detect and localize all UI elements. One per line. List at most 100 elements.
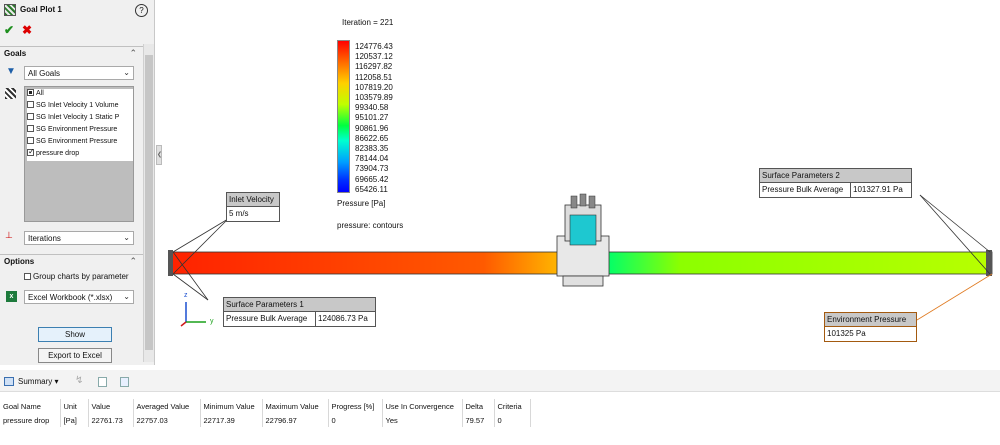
environment-pressure-callout[interactable]: Environment Pressure 101325 Pa: [824, 312, 917, 342]
legend-value: 112058.51: [355, 72, 393, 82]
summary-label: Summary: [18, 377, 53, 386]
goal-item-label: SG Inlet Velocity 1 Volume: [36, 102, 119, 109]
goal-item-label: SG Inlet Velocity 1 Static P: [36, 114, 120, 121]
group-charts-label: Group charts by parameter: [33, 272, 129, 281]
cell: 22757.03: [133, 413, 201, 427]
goals-filter-select[interactable]: All Goals ⌄: [24, 66, 134, 80]
export-format-value: Excel Workbook (*.xlsx): [28, 293, 113, 302]
filter-icon: ▼: [6, 66, 16, 77]
checkbox-icon[interactable]: [27, 113, 34, 120]
panel-collapse-handle[interactable]: ❮: [156, 145, 162, 165]
table-header-row: Goal Name Unit Value Averaged Value Mini…: [0, 399, 531, 413]
valve-flow-region: [569, 214, 597, 246]
inlet-cap: [168, 250, 173, 276]
cell: 0: [328, 413, 383, 427]
callout-value: 101327.91 Pa: [853, 185, 903, 194]
callout-label: Pressure Bulk Average: [760, 183, 851, 197]
legend-value: 124776.43: [355, 42, 393, 51]
axis-icon: ⊥: [5, 230, 13, 240]
panel-title-row: Goal Plot 1: [0, 0, 155, 22]
goals-section-label: Goals: [4, 49, 27, 58]
checkbox-icon[interactable]: [27, 149, 35, 156]
iteration-label: Iteration = 221: [342, 18, 394, 27]
results-table: Goal Name Unit Value Averaged Value Mini…: [0, 399, 531, 427]
surface-parameters-1-callout[interactable]: Surface Parameters 1 Pressure Bulk Avera…: [223, 297, 376, 327]
goal-item[interactable]: SG Environment Pressure: [27, 125, 133, 137]
callout-title: Surface Parameters 2: [760, 169, 911, 183]
col-header: Criteria: [494, 399, 531, 413]
inlet-velocity-callout[interactable]: Inlet Velocity 5 m/s: [226, 192, 280, 222]
cell: 22717.39: [200, 413, 263, 427]
checkbox-icon[interactable]: [27, 137, 34, 144]
legend-value: 90861.96: [355, 123, 389, 133]
checkbox-icon[interactable]: [24, 273, 31, 280]
table-row[interactable]: pressure drop [Pa] 22761.73 22757.03 227…: [0, 413, 531, 427]
ok-check-icon[interactable]: ✔: [4, 23, 14, 37]
goal-item[interactable]: pressure drop: [27, 149, 133, 161]
col-header: Progress [%]: [328, 399, 383, 413]
goal-item-all[interactable]: All: [27, 89, 133, 101]
checkbox-icon[interactable]: [27, 89, 34, 96]
legend-value: 86622.65: [355, 133, 389, 143]
cell: 79.57: [462, 413, 495, 427]
cell: [Pa]: [60, 413, 89, 427]
summary-dropdown[interactable]: Summary ▾: [18, 377, 58, 386]
col-header: Use In Convergence: [382, 399, 463, 413]
legend-values: 124776.43 120537.12 116297.82 112058.51 …: [355, 42, 425, 197]
options-section-header[interactable]: Options ⌃: [0, 254, 143, 268]
outlet-cap: [986, 250, 992, 276]
export-to-excel-button[interactable]: Export to Excel: [38, 348, 112, 363]
refresh-icon[interactable]: ↯: [75, 375, 83, 386]
surface-parameters-2-callout[interactable]: Surface Parameters 2 Pressure Bulk Avera…: [759, 168, 912, 198]
col-header: Goal Name: [0, 399, 61, 413]
collapse-icon[interactable]: ⌃: [129, 256, 137, 267]
summary-toolbar: Summary ▾ ↯: [0, 370, 1000, 392]
goal-item[interactable]: SG Inlet Velocity 1 Static P: [27, 113, 133, 125]
options-section-label: Options: [4, 257, 35, 266]
cancel-x-icon[interactable]: ✖: [22, 23, 32, 37]
x-axis-select[interactable]: Iterations ⌄: [24, 231, 134, 245]
summary-icon: [4, 377, 14, 386]
legend-value: 69665.42: [355, 174, 389, 184]
goals-filter-value: All Goals: [28, 69, 61, 78]
goals-list: All SG Inlet Velocity 1 Volume SG Inlet …: [24, 86, 134, 222]
copy-icon[interactable]: [98, 377, 107, 387]
callout-value: 5 m/s: [229, 209, 249, 218]
goal-item-label: SG Environment Pressure: [36, 138, 118, 145]
legend-value: 82383.35: [355, 144, 389, 153]
callout-row: Pressure Bulk Average 124086.73 Pa: [224, 312, 375, 326]
legend-value: 73904.73: [355, 164, 389, 174]
goal-item-label: All: [36, 90, 44, 97]
callout-value: 101325 Pa: [827, 329, 866, 338]
goal-item-label: SG Environment Pressure: [36, 126, 118, 133]
y-axis-label: y: [210, 318, 214, 325]
collapse-icon[interactable]: ⌃: [129, 48, 137, 59]
panel-title: Goal Plot 1: [20, 5, 62, 14]
goal-item-label: pressure drop: [36, 150, 80, 157]
col-header: Minimum Value: [200, 399, 263, 413]
pressure-colorbar: [337, 40, 350, 193]
goal-item[interactable]: SG Inlet Velocity 1 Volume: [27, 101, 133, 113]
checkbox-icon[interactable]: [27, 101, 34, 108]
z-axis-label: z: [184, 292, 188, 299]
col-header: Delta: [462, 399, 495, 413]
goal-item[interactable]: SG Environment Pressure: [27, 137, 133, 149]
paste-icon[interactable]: [120, 377, 129, 387]
legend-value: 103579.89: [355, 93, 393, 102]
cell: pressure drop: [0, 413, 61, 427]
export-format-select[interactable]: Excel Workbook (*.xlsx) ⌄: [24, 290, 134, 304]
checkbox-icon[interactable]: [27, 125, 34, 132]
cell: 22796.97: [262, 413, 329, 427]
show-button[interactable]: Show: [38, 327, 112, 342]
goal-plot-icon: [4, 4, 16, 16]
callout-label: Pressure Bulk Average: [224, 312, 316, 326]
goals-section-header[interactable]: Goals ⌃: [0, 46, 143, 60]
chevron-down-icon: ⌄: [123, 292, 130, 301]
help-icon[interactable]: ?: [135, 4, 148, 17]
scroll-thumb[interactable]: [145, 55, 153, 350]
group-charts-option[interactable]: Group charts by parameter: [24, 272, 129, 281]
cell: 0: [494, 413, 531, 427]
callout-row: Pressure Bulk Average 101327.91 Pa: [760, 183, 911, 197]
x-axis-value: Iterations: [28, 234, 61, 243]
excel-icon: x: [6, 291, 17, 302]
